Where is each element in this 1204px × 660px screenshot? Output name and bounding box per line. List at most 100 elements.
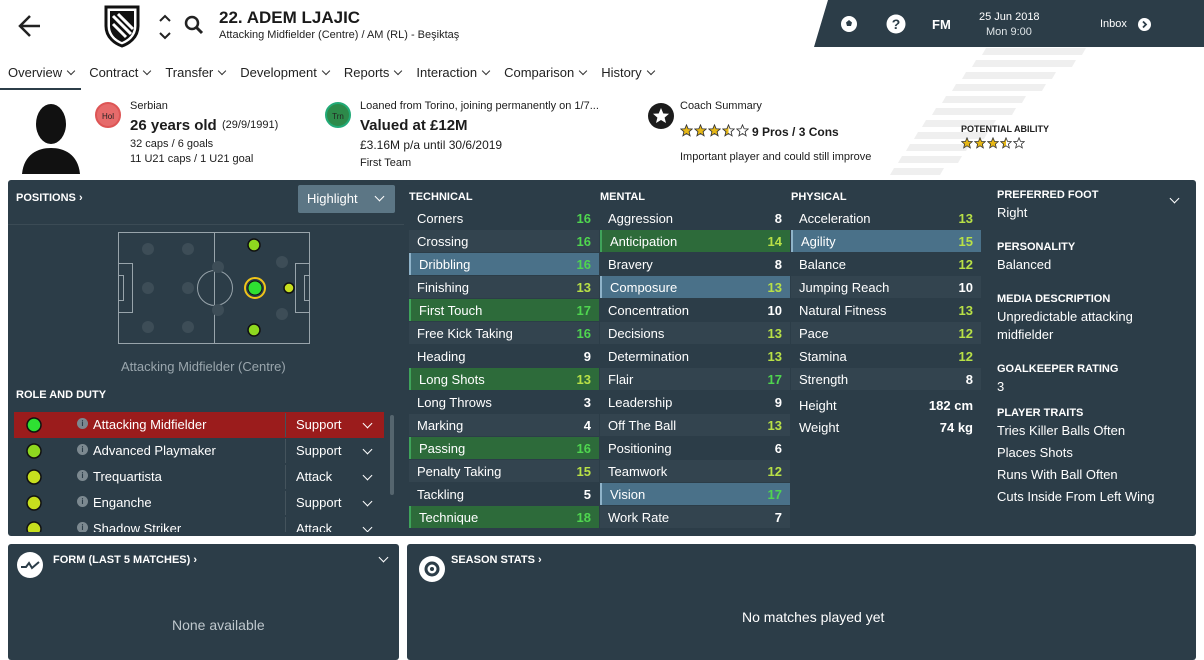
tab-transfer[interactable]: Transfer	[157, 58, 232, 90]
tab-history[interactable]: History	[593, 58, 660, 90]
technical-attr-row[interactable]: First Touch 17	[409, 299, 599, 321]
fm-logo[interactable]: FM	[932, 17, 951, 32]
attr-name: Technique	[419, 509, 479, 525]
info-icon[interactable]: i	[77, 470, 88, 481]
form-header[interactable]: FORM (LAST 5 MATCHES) ›	[53, 554, 197, 566]
role-row[interactable]: i Enganche Support	[14, 490, 384, 516]
mental-attr-row[interactable]: Teamwork 12	[600, 460, 790, 482]
attr-name: Heading	[417, 348, 466, 364]
duty-dropdown[interactable]: Support	[285, 413, 385, 437]
mental-attr-row[interactable]: Work Rate 7	[600, 506, 790, 528]
side-value: Unpredictable attacking	[997, 309, 1133, 324]
attr-value: 14	[767, 233, 782, 249]
attr-name: Pace	[799, 325, 829, 341]
mental-attr-row[interactable]: Determination 13	[600, 345, 790, 367]
attr-name: Tackling	[417, 486, 464, 502]
physical-attr-row[interactable]: Agility 15	[791, 230, 981, 252]
height-row: Height 182 cm	[799, 397, 973, 413]
prev-next-player-icon[interactable]	[158, 12, 172, 42]
football-icon[interactable]	[840, 15, 858, 33]
info-icon[interactable]: i	[77, 496, 88, 507]
mental-attr-row[interactable]: Vision 17	[600, 483, 790, 505]
game-time: Mon 9:00	[986, 26, 1032, 38]
attr-name: Aggression	[608, 210, 674, 226]
duty-dropdown[interactable]: Attack	[285, 465, 385, 489]
tab-reports[interactable]: Reports	[336, 58, 409, 90]
potential-label: POTENTIAL ABILITY	[961, 124, 1050, 134]
role-row[interactable]: i Trequartista Attack	[14, 464, 384, 490]
position-caption: Attacking Midfielder (Centre)	[121, 359, 286, 374]
physical-attr-row[interactable]: Stamina 12	[791, 345, 981, 367]
technical-attr-row[interactable]: Passing 16	[409, 437, 599, 459]
technical-attr-row[interactable]: Heading 9	[409, 345, 599, 367]
back-arrow-icon[interactable]	[14, 12, 44, 40]
coach-summary-title: Coach Summary	[680, 100, 762, 112]
attr-name: Free Kick Taking	[417, 325, 513, 341]
duty-dropdown[interactable]: Attack	[285, 517, 385, 532]
technical-attr-row[interactable]: Crossing 16	[409, 230, 599, 252]
side-header: PERSONALITY	[997, 241, 1076, 253]
tab-development[interactable]: Development	[232, 58, 336, 90]
attr-name: Composure	[610, 279, 678, 295]
mental-attr-row[interactable]: Aggression 8	[600, 207, 790, 229]
attr-name: Decisions	[608, 325, 665, 341]
info-icon[interactable]: i	[77, 444, 88, 455]
mental-attr-row[interactable]: Composure 13	[600, 276, 790, 298]
physical-attr-row[interactable]: Pace 12	[791, 322, 981, 344]
tab-overview[interactable]: Overview	[0, 58, 82, 90]
technical-attr-row[interactable]: Finishing 13	[409, 276, 599, 298]
attr-value: 10	[958, 279, 973, 295]
mental-attr-row[interactable]: Off The Ball 13	[600, 414, 790, 436]
mental-attr-row[interactable]: Anticipation 14	[600, 230, 790, 252]
preferred-foot-chevron-icon[interactable]	[1169, 193, 1180, 204]
pros-cons[interactable]: 9 Pros / 3 Cons	[752, 125, 839, 139]
technical-attr-row[interactable]: Marking 4	[409, 414, 599, 436]
inbox-label[interactable]: Inbox	[1100, 18, 1127, 30]
technical-attr-row[interactable]: Corners 16	[409, 207, 599, 229]
tab-comparison[interactable]: Comparison	[496, 58, 593, 90]
search-icon[interactable]	[183, 14, 205, 36]
physical-attr-row[interactable]: Acceleration 13	[791, 207, 981, 229]
role-name: Enganche	[93, 495, 152, 510]
continue-icon[interactable]	[1138, 18, 1151, 31]
roles-scrollbar[interactable]	[390, 415, 394, 495]
physical-attr-row[interactable]: Balance 12	[791, 253, 981, 275]
physical-attr-row[interactable]: Natural Fitness 13	[791, 299, 981, 321]
technical-attr-row[interactable]: Tackling 5	[409, 483, 599, 505]
highlight-dropdown[interactable]: Highlight	[298, 185, 395, 213]
tab-contract[interactable]: Contract	[81, 58, 157, 90]
role-name: Shadow Striker	[93, 521, 182, 532]
technical-attr-row[interactable]: Penalty Taking 15	[409, 460, 599, 482]
player-age: 26 years old	[130, 117, 217, 134]
info-icon[interactable]: i	[77, 418, 88, 429]
attr-value: 8	[774, 256, 782, 272]
mental-attr-row[interactable]: Concentration 10	[600, 299, 790, 321]
attr-value: 7	[774, 509, 782, 525]
role-row[interactable]: i Attacking Midfielder Support	[14, 412, 384, 438]
technical-attr-row[interactable]: Free Kick Taking 16	[409, 322, 599, 344]
mental-attr-row[interactable]: Leadership 9	[600, 391, 790, 413]
potential-stars	[960, 136, 1026, 154]
mental-attr-row[interactable]: Positioning 6	[600, 437, 790, 459]
mental-attr-row[interactable]: Flair 17	[600, 368, 790, 390]
positions-header[interactable]: POSITIONS ›	[16, 192, 83, 204]
duty-dropdown[interactable]: Support	[285, 439, 385, 463]
physical-attr-row[interactable]: Jumping Reach 10	[791, 276, 981, 298]
technical-attr-row[interactable]: Long Shots 13	[409, 368, 599, 390]
info-icon[interactable]: i	[77, 522, 88, 532]
help-icon[interactable]: ?	[886, 14, 906, 34]
form-chevron-icon[interactable]	[378, 552, 389, 563]
technical-attr-row[interactable]: Dribbling 16	[409, 253, 599, 275]
duty-dropdown[interactable]: Support	[285, 491, 385, 515]
tab-interaction[interactable]: Interaction	[408, 58, 496, 90]
physical-attr-row[interactable]: Strength 8	[791, 368, 981, 390]
attr-value: 16	[576, 233, 591, 249]
attr-name: First Touch	[419, 302, 483, 318]
mental-attr-row[interactable]: Bravery 8	[600, 253, 790, 275]
technical-attr-row[interactable]: Technique 18	[409, 506, 599, 528]
season-stats-header[interactable]: SEASON STATS ›	[451, 554, 542, 566]
technical-attr-row[interactable]: Long Throws 3	[409, 391, 599, 413]
mental-attr-row[interactable]: Decisions 13	[600, 322, 790, 344]
role-row[interactable]: i Shadow Striker Attack	[14, 516, 384, 532]
role-row[interactable]: i Advanced Playmaker Support	[14, 438, 384, 464]
